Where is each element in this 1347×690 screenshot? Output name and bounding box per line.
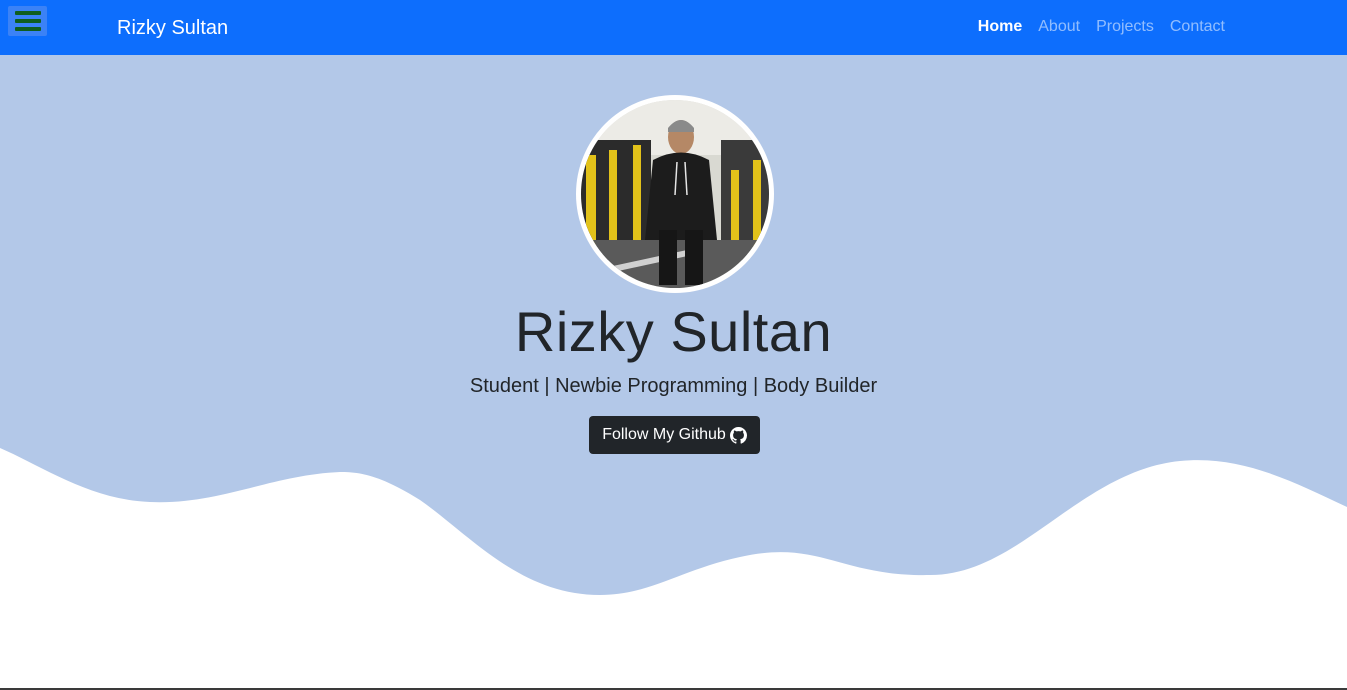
navbar-brand[interactable]: Rizky Sultan — [117, 15, 228, 41]
navbar: Rizky Sultan Home About Projects Contact — [0, 0, 1347, 55]
nav-link-home[interactable]: Home — [978, 17, 1022, 37]
profile-photo — [581, 100, 769, 288]
profile-tagline: Student | Newbie Programming | Body Buil… — [469, 375, 878, 397]
follow-github-button[interactable]: Follow My Github — [589, 416, 760, 454]
nav-link-about[interactable]: About — [1038, 17, 1080, 37]
hamburger-menu-icon[interactable] — [8, 6, 47, 36]
nav-link-projects[interactable]: Projects — [1096, 17, 1154, 37]
github-icon — [729, 426, 747, 444]
nav-links: Home About Projects Contact — [978, 17, 1225, 37]
nav-link-contact[interactable]: Contact — [1170, 17, 1225, 37]
profile-name: Rizky Sultan — [514, 300, 833, 363]
hero-section: Rizky Sultan Student | Newbie Programmin… — [0, 55, 1347, 690]
follow-github-label: Follow My Github — [602, 426, 726, 443]
profile-avatar — [576, 95, 774, 293]
